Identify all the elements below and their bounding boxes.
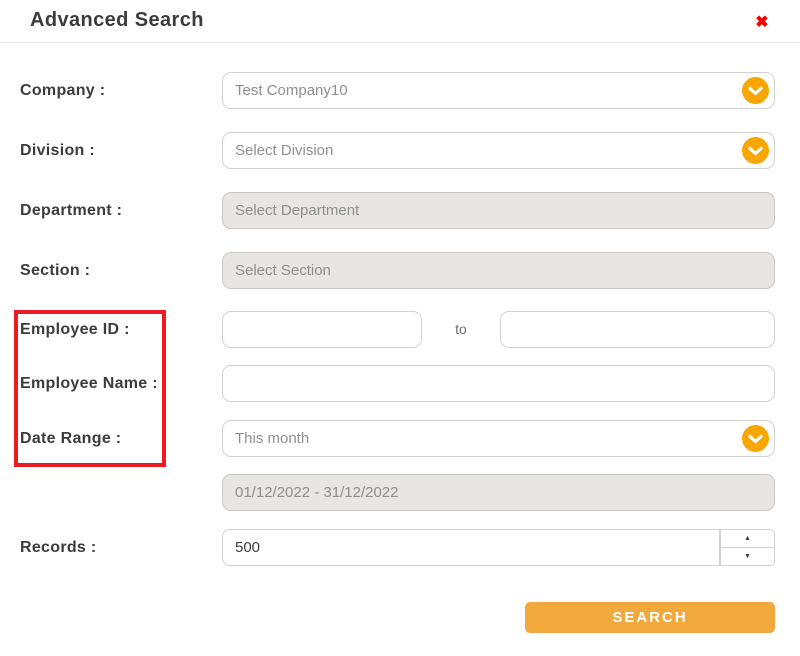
employee-id-to-separator: to — [455, 321, 467, 337]
modal-header: Advanced Search ✖ — [0, 0, 800, 43]
employee-id-label: Employee ID : — [20, 321, 130, 338]
company-row: Company : Test Company10 — [0, 72, 800, 109]
advanced-search-modal: Advanced Search ✖ Company : Test Company… — [0, 0, 800, 656]
records-spinner: ▲ ▼ — [720, 529, 775, 566]
records-row: Records : ▲ ▼ — [0, 529, 800, 566]
close-button[interactable]: ✖ — [750, 11, 774, 35]
department-row: Department : Select Department — [0, 192, 800, 229]
date-range-select-value: This month — [235, 430, 310, 447]
department-select: Select Department — [222, 192, 775, 229]
page-title: Advanced Search — [30, 9, 204, 31]
employee-id-row: Employee ID : to — [0, 311, 800, 348]
employee-name-row: Employee Name : — [0, 365, 800, 402]
division-label: Division : — [20, 142, 96, 159]
date-range-select[interactable]: This month — [222, 420, 775, 457]
company-select-value: Test Company10 — [235, 82, 348, 99]
company-label: Company : — [20, 82, 106, 99]
division-row: Division : Select Division — [0, 132, 800, 169]
division-select[interactable]: Select Division — [222, 132, 775, 169]
date-range-row: Date Range : This month — [0, 420, 800, 457]
spinner-down-icon: ▼ — [744, 553, 751, 560]
close-icon: ✖ — [755, 14, 769, 31]
employee-name-input[interactable] — [222, 365, 775, 402]
date-range-label: Date Range : — [20, 430, 122, 447]
company-select[interactable]: Test Company10 — [222, 72, 775, 109]
search-button[interactable]: SEARCH — [525, 602, 775, 633]
chevron-down-icon[interactable] — [742, 77, 769, 104]
employee-name-label: Employee Name : — [20, 375, 158, 392]
date-range-result-value: 01/12/2022 - 31/12/2022 — [235, 484, 399, 501]
section-select-value: Select Section — [235, 262, 331, 279]
department-select-value: Select Department — [235, 202, 360, 219]
chevron-down-icon[interactable] — [742, 137, 769, 164]
section-row: Section : Select Section — [0, 252, 800, 289]
date-range-result-row: 01/12/2022 - 31/12/2022 — [0, 474, 800, 511]
employee-id-to-input[interactable] — [500, 311, 775, 348]
division-select-value: Select Division — [235, 142, 334, 159]
section-select: Select Section — [222, 252, 775, 289]
department-label: Department : — [20, 202, 123, 219]
chevron-down-icon[interactable] — [742, 425, 769, 452]
spinner-up-icon: ▲ — [744, 535, 751, 542]
spinner-up-button[interactable]: ▲ — [720, 529, 775, 548]
spinner-down-button[interactable]: ▼ — [720, 547, 775, 566]
section-label: Section : — [20, 262, 91, 279]
records-label: Records : — [20, 539, 97, 556]
employee-id-from-input[interactable] — [222, 311, 422, 348]
records-input[interactable] — [222, 529, 720, 566]
date-range-result-field: 01/12/2022 - 31/12/2022 — [222, 474, 775, 511]
